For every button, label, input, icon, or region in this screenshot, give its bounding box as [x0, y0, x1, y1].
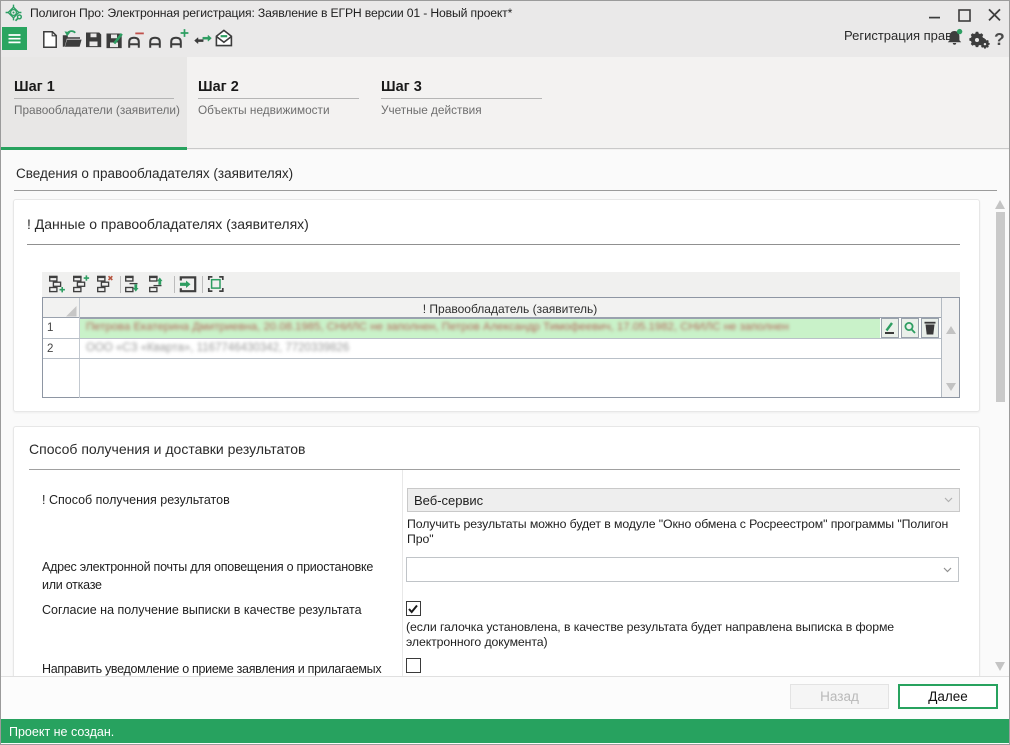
svg-text:?: ?	[994, 29, 1005, 49]
